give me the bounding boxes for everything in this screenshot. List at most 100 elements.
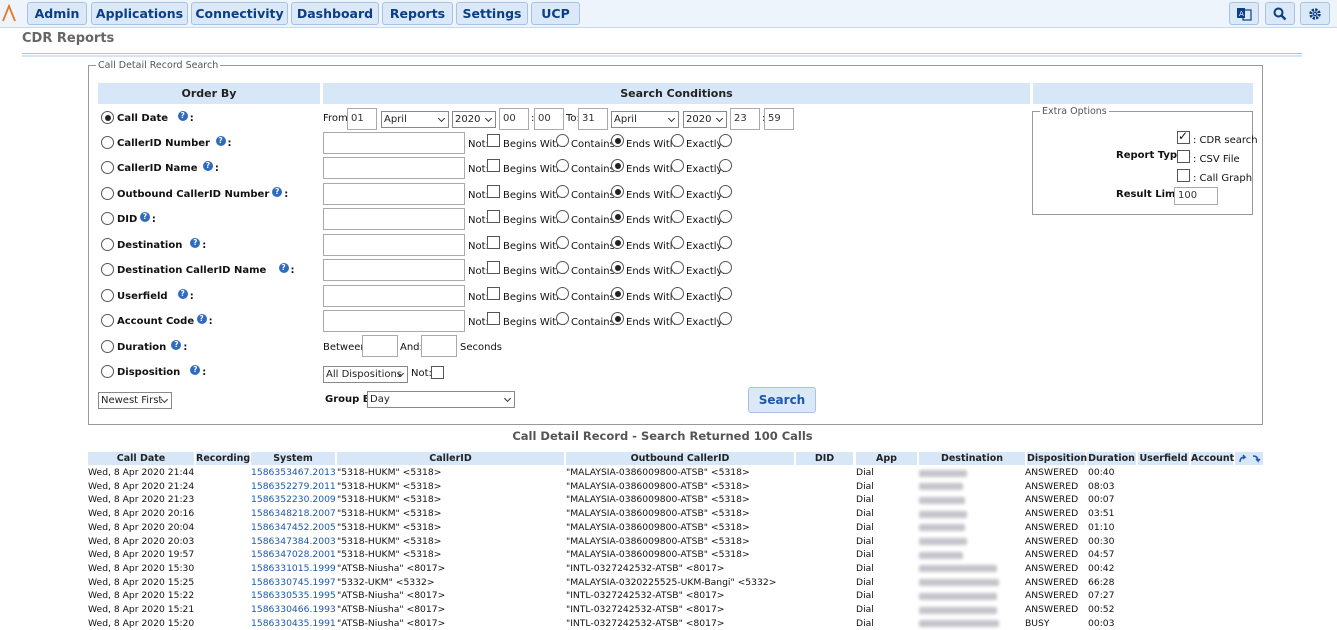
did-filter-input[interactable] xyxy=(323,208,465,230)
order-by-duration-radio[interactable] xyxy=(101,340,114,353)
did-begins-with-radio[interactable] xyxy=(556,210,569,223)
cell-system[interactable]: 1586330466.1993 xyxy=(251,603,336,617)
order-by-callerid-name-radio[interactable] xyxy=(101,161,114,174)
column-header-outbound-callerid[interactable]: Outbound CallerID xyxy=(566,452,794,465)
destination-callerid-name-begins-with-radio[interactable] xyxy=(556,261,569,274)
cell-system[interactable]: 1586330745.1997 xyxy=(251,576,336,590)
order-by-did-radio[interactable] xyxy=(101,212,114,225)
order-by-outbound-callerid-number-radio[interactable] xyxy=(101,187,114,200)
settings-button[interactable] xyxy=(1300,2,1330,25)
nav-dashboard[interactable]: Dashboard xyxy=(291,2,379,25)
did-exactly-radio[interactable] xyxy=(719,210,732,223)
disposition-select[interactable]: All Dispositions xyxy=(323,366,408,383)
did-not-checkbox[interactable] xyxy=(487,210,500,223)
to-month-select[interactable]: April xyxy=(611,111,679,128)
column-header-account[interactable]: Account xyxy=(1191,452,1234,465)
did-ends-with-radio[interactable] xyxy=(671,210,684,223)
column-header-system[interactable]: System xyxy=(251,452,335,465)
to-day-input[interactable]: 31 xyxy=(578,108,608,130)
order-by-callerid-number-radio[interactable] xyxy=(101,136,114,149)
cell-system[interactable]: 1586347028.2001 xyxy=(251,548,336,562)
userfield-not-checkbox[interactable] xyxy=(487,287,500,300)
nav-admin[interactable]: Admin xyxy=(27,2,87,25)
cell-system[interactable]: 1586330535.1995 xyxy=(251,589,336,603)
order-by-disposition-radio[interactable] xyxy=(101,365,114,378)
destination-filter-input[interactable] xyxy=(323,234,465,256)
from-month-select[interactable]: April xyxy=(381,111,449,128)
destination-callerid-name-filter-input[interactable] xyxy=(323,259,465,281)
account-code-filter-input[interactable] xyxy=(323,310,465,332)
destination-not-checkbox[interactable] xyxy=(487,236,500,249)
help-icon[interactable]: ? xyxy=(139,212,150,222)
nav-ucp[interactable]: UCP xyxy=(531,2,580,25)
callerid-name-not-checkbox[interactable] xyxy=(487,159,500,172)
cell-system[interactable]: 1586352230.2009 xyxy=(251,493,336,507)
account-code-contains-radio[interactable] xyxy=(611,312,624,325)
to-min-input[interactable]: 59 xyxy=(764,108,794,130)
help-icon[interactable]: ? xyxy=(215,136,226,146)
column-header-recording[interactable]: Recording xyxy=(196,452,250,465)
order-by-destination-callerid-name-radio[interactable] xyxy=(101,263,114,276)
nav-connectivity[interactable]: Connectivity xyxy=(191,2,288,25)
outbound-callerid-number-filter-input[interactable] xyxy=(323,183,465,205)
column-header-call-date[interactable]: Call Date xyxy=(88,452,194,465)
destination-callerid-name-ends-with-radio[interactable] xyxy=(671,261,684,274)
call-graph-checkbox[interactable] xyxy=(1177,169,1190,182)
userfield-ends-with-radio[interactable] xyxy=(671,287,684,300)
from-year-select[interactable]: 2020 xyxy=(452,111,496,128)
cell-system[interactable]: 1586347452.2005 xyxy=(251,521,336,535)
group-by-select[interactable]: Day xyxy=(367,391,515,408)
cdr-search-checkbox[interactable] xyxy=(1177,129,1190,144)
column-header-disposition[interactable]: Disposition xyxy=(1027,452,1087,465)
help-icon[interactable]: ? xyxy=(196,314,207,324)
column-header-app[interactable]: App xyxy=(856,452,917,465)
account-code-ends-with-radio[interactable] xyxy=(671,312,684,325)
sort-order-select[interactable]: Newest First xyxy=(98,392,172,409)
callerid-name-begins-with-radio[interactable] xyxy=(556,159,569,172)
help-icon[interactable]: ? xyxy=(177,111,188,121)
help-icon[interactable]: ? xyxy=(202,161,213,171)
sort-asc-icon[interactable] xyxy=(1238,454,1248,464)
outbound-callerid-number-exactly-radio[interactable] xyxy=(719,185,732,198)
order-by-call-date-radio[interactable] xyxy=(101,111,114,124)
userfield-contains-radio[interactable] xyxy=(611,287,624,300)
callerid-number-ends-with-radio[interactable] xyxy=(671,134,684,147)
order-by-account-code-radio[interactable] xyxy=(101,314,114,327)
from-min-input[interactable]: 00 xyxy=(534,108,564,130)
column-header-callerid[interactable]: CallerID xyxy=(337,452,564,465)
result-limit-input[interactable]: 100 xyxy=(1174,187,1218,205)
column-header-userfield[interactable]: Userfield xyxy=(1138,452,1189,465)
callerid-number-begins-with-radio[interactable] xyxy=(556,134,569,147)
outbound-callerid-number-ends-with-radio[interactable] xyxy=(671,185,684,198)
cell-system[interactable]: 1586331015.1999 xyxy=(251,562,336,576)
help-icon[interactable]: ? xyxy=(278,263,289,273)
outbound-callerid-number-not-checkbox[interactable] xyxy=(487,185,500,198)
destination-exactly-radio[interactable] xyxy=(719,236,732,249)
csv-file-checkbox[interactable] xyxy=(1177,150,1190,163)
disposition-not-checkbox[interactable] xyxy=(431,366,444,379)
duration-max-input[interactable] xyxy=(421,335,457,357)
column-header-duration[interactable]: Duration xyxy=(1087,452,1136,465)
help-icon[interactable]: ? xyxy=(177,289,188,299)
outbound-callerid-number-begins-with-radio[interactable] xyxy=(556,185,569,198)
account-code-exactly-radio[interactable] xyxy=(719,312,732,325)
cell-system[interactable]: 1586353467.2013 xyxy=(251,466,336,480)
destination-begins-with-radio[interactable] xyxy=(556,236,569,249)
destination-callerid-name-exactly-radio[interactable] xyxy=(719,261,732,274)
destination-callerid-name-contains-radio[interactable] xyxy=(611,261,624,274)
column-header-destination[interactable]: Destination xyxy=(919,452,1025,465)
duration-min-input[interactable] xyxy=(362,335,398,357)
search-submit-button[interactable]: Search xyxy=(748,387,816,413)
from-hour-input[interactable]: 00 xyxy=(499,108,529,130)
cell-system[interactable]: 1586330435.1991 xyxy=(251,617,336,630)
did-contains-radio[interactable] xyxy=(611,210,624,223)
account-code-begins-with-radio[interactable] xyxy=(556,312,569,325)
to-year-select[interactable]: 2020 xyxy=(683,111,727,128)
order-by-destination-radio[interactable] xyxy=(101,238,114,251)
callerid-name-filter-input[interactable] xyxy=(323,157,465,179)
search-button[interactable] xyxy=(1265,2,1295,25)
callerid-name-exactly-radio[interactable] xyxy=(719,159,732,172)
language-button[interactable]: A xyxy=(1229,2,1259,25)
sort-desc-icon[interactable] xyxy=(1251,454,1261,464)
cell-system[interactable]: 1586347384.2003 xyxy=(251,535,336,549)
